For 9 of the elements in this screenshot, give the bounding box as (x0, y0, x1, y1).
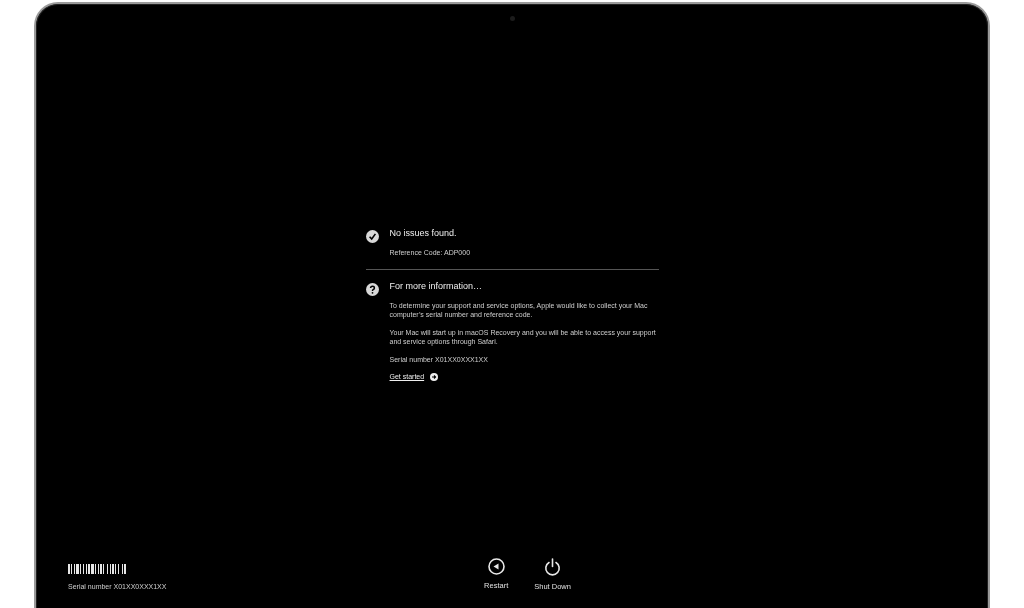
restart-icon (487, 558, 505, 575)
power-icon (544, 558, 562, 576)
camera-icon (509, 16, 515, 21)
status-title: No issues found. (389, 229, 458, 239)
help-icon (365, 283, 379, 296)
arrow-circle-icon (430, 372, 439, 381)
status-title: For more information… (389, 282, 484, 292)
checkmark-icon (365, 230, 379, 243)
barcode-icon (68, 564, 127, 574)
